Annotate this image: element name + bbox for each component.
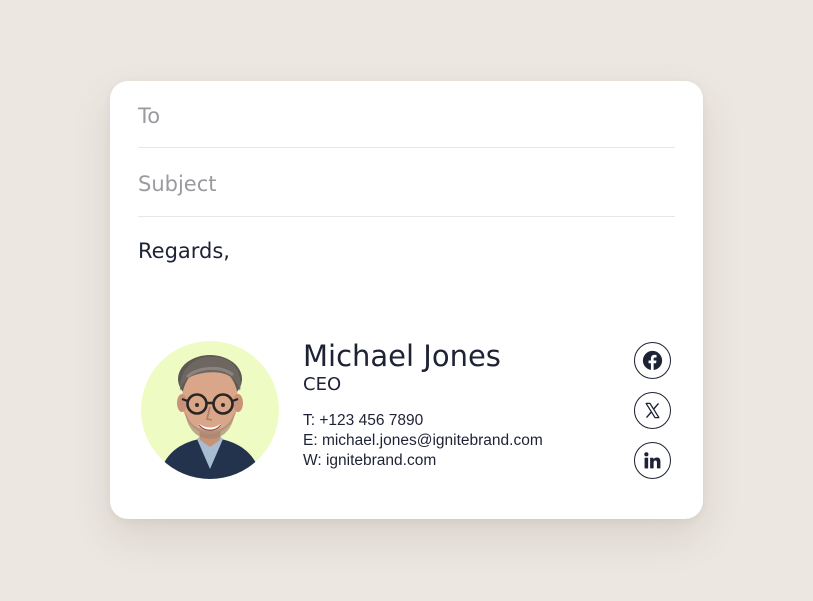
avatar bbox=[141, 341, 279, 479]
linkedin-button[interactable] bbox=[634, 442, 671, 479]
to-field[interactable] bbox=[138, 99, 675, 133]
subject-field[interactable] bbox=[138, 167, 675, 201]
divider bbox=[138, 147, 675, 148]
message-body[interactable]: Regards, bbox=[138, 239, 230, 263]
signature-title: CEO bbox=[303, 374, 342, 395]
divider bbox=[138, 216, 675, 217]
signature-name: Michael Jones bbox=[303, 339, 501, 373]
avatar-portrait bbox=[159, 355, 261, 479]
signature-email[interactable]: E: michael.jones@ignitebrand.com bbox=[303, 432, 543, 450]
signature-website[interactable]: W: ignitebrand.com bbox=[303, 452, 436, 470]
email-compose-card: Regards, bbox=[110, 81, 703, 519]
email-signature: Michael Jones CEO T: +123 456 7890 E: mi… bbox=[140, 339, 675, 481]
signature-phone: T: +123 456 7890 bbox=[303, 412, 424, 429]
x-button[interactable] bbox=[634, 392, 671, 429]
facebook-button[interactable] bbox=[634, 342, 671, 379]
linkedin-icon bbox=[644, 452, 661, 469]
x-icon bbox=[645, 402, 660, 419]
facebook-icon bbox=[642, 350, 663, 371]
